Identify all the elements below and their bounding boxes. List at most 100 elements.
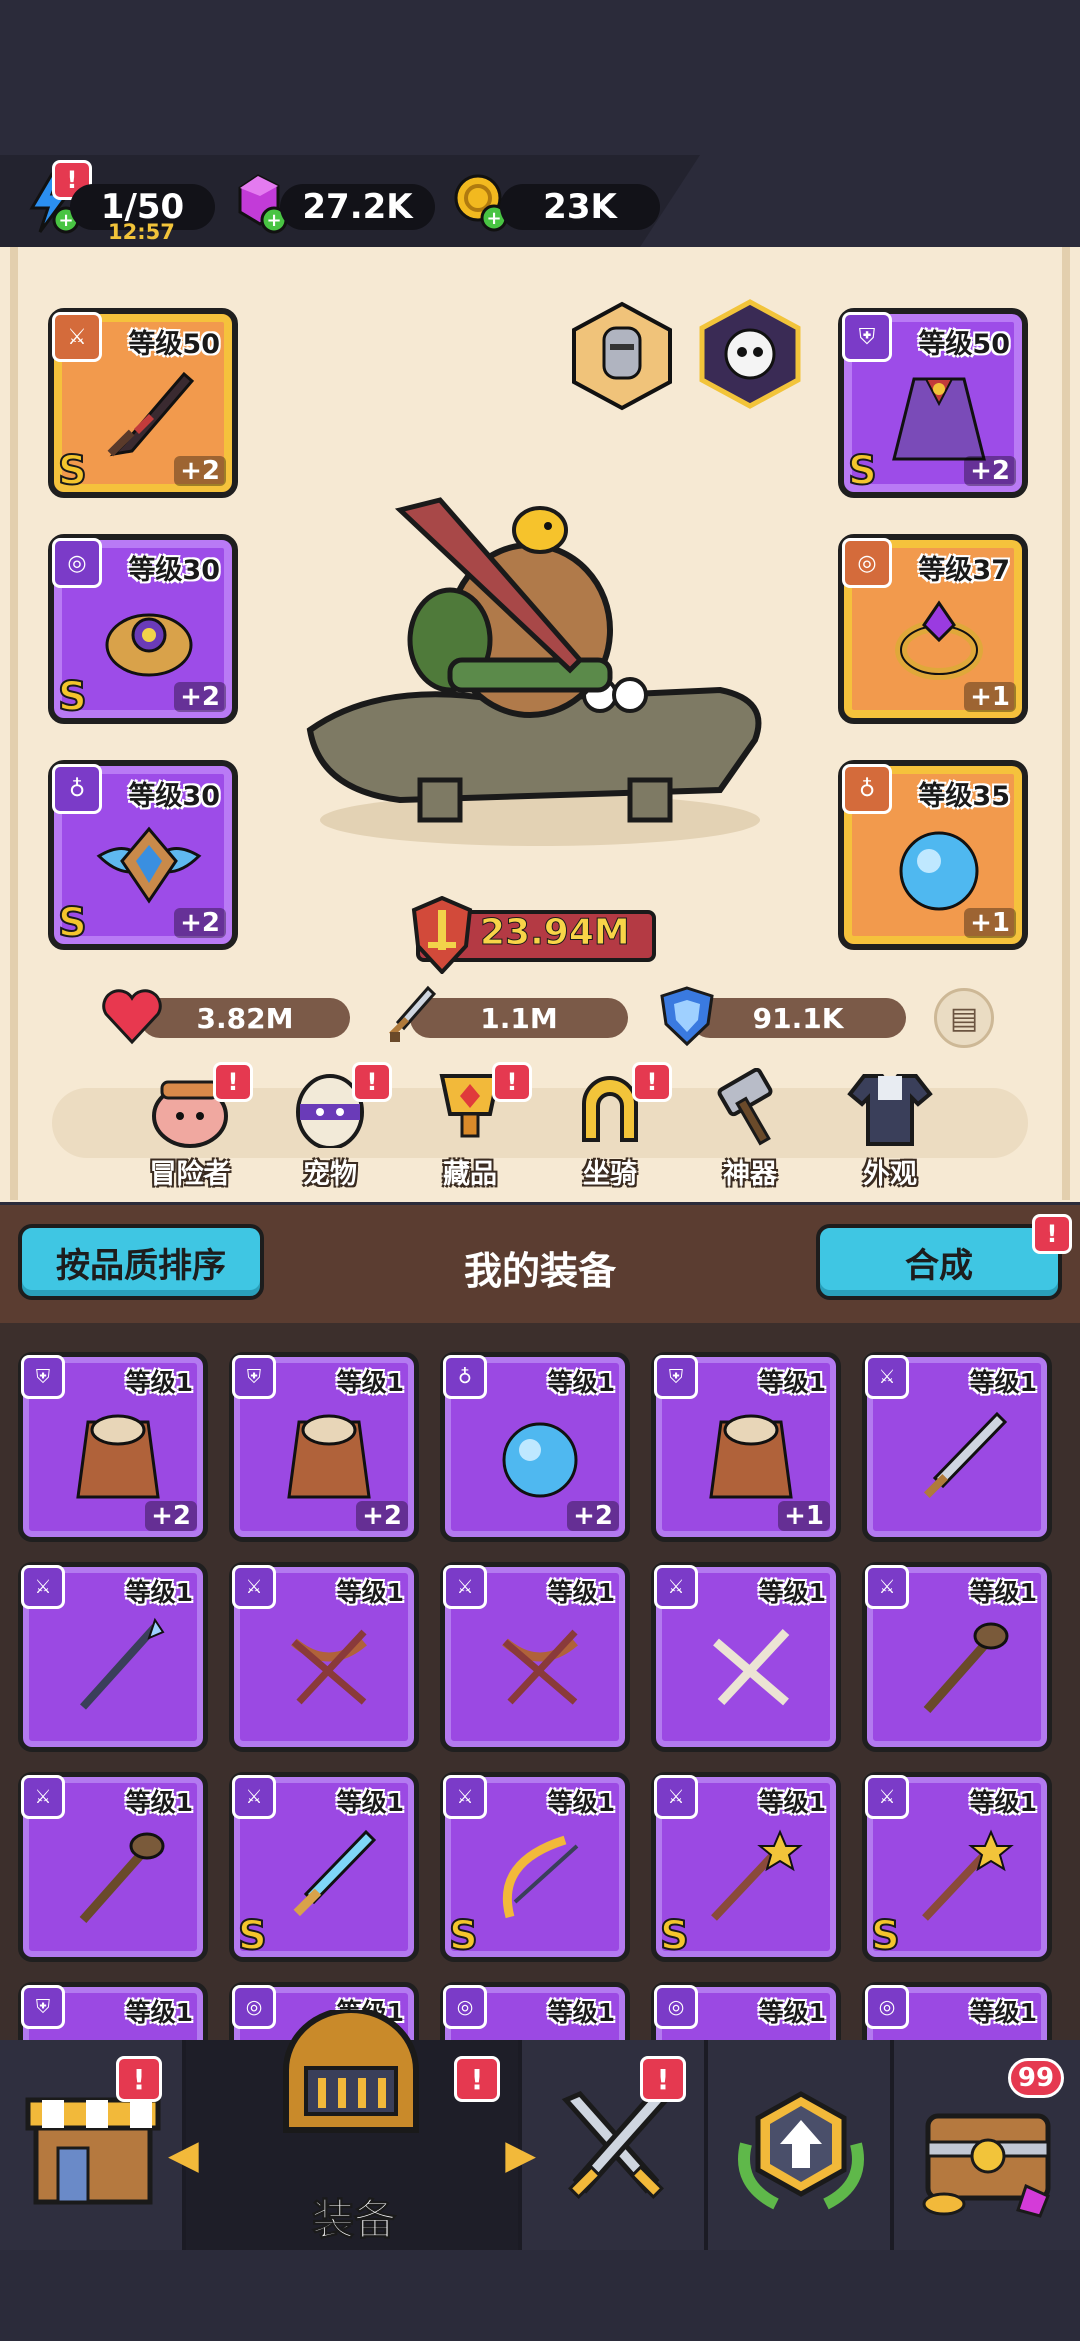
merge-button[interactable]: 合成 (816, 1224, 1062, 1300)
leather-armor-icon (76, 1414, 160, 1499)
inventory-item[interactable]: ⚔ 等级1 S (229, 1772, 419, 1962)
item-grade: S (237, 1912, 268, 1960)
equip-grade: S (847, 447, 878, 495)
inventory-item[interactable]: ⚔ 等级1 S (862, 1772, 1052, 1962)
item-plus: +1 (778, 1501, 830, 1531)
crossbow-icon (291, 1629, 367, 1705)
star-wand-icon (711, 1829, 803, 1921)
equip-slot-ring[interactable]: ◎ 等级37 +1 (838, 534, 1028, 724)
inventory-item[interactable]: ⛨ 等级1 +2 (18, 1352, 208, 1542)
golden-belt-icon (105, 613, 193, 677)
item-level: 等级1 (758, 1578, 826, 1607)
blue-orb-icon (502, 1422, 578, 1498)
artifact-hammer-icon (717, 1067, 773, 1146)
inventory-item[interactable]: ♁ 等级1 +2 (440, 1352, 630, 1542)
slot-type-icon: ⚔ (654, 1565, 698, 1609)
equip-level: 等级30 (128, 781, 220, 812)
nav-upgrade[interactable] (708, 2040, 894, 2250)
item-level: 等级1 (969, 1578, 1037, 1607)
hero-character (300, 490, 780, 870)
equip-level: 等级50 (918, 329, 1010, 360)
stats-detail-button[interactable]: ▤ (934, 988, 994, 1048)
equip-slot-weapon[interactable]: ⚔ 等级50 S +2 (48, 308, 238, 498)
item-grade: S (448, 1912, 479, 1960)
staff-icon (923, 1622, 1009, 1713)
ring-icon: ◎ (842, 538, 892, 588)
treasure-chest-icon (922, 2113, 1051, 2218)
inventory-item[interactable]: ⚔ 等级1 S (440, 1772, 630, 1962)
defense-stat: 91.1K (690, 998, 906, 1038)
inventory-item[interactable]: ⛨ 等级1 +1 (651, 1352, 841, 1542)
equip-level: 等级35 (918, 781, 1010, 812)
inventory-item[interactable]: ⚔ 等级1 (862, 1352, 1052, 1542)
svg-text:+: + (266, 210, 281, 231)
inventory-item[interactable]: ⚔ 等级1 (651, 1562, 841, 1752)
inventory-item[interactable]: ⚔ 等级1 (229, 1562, 419, 1752)
inventory-item[interactable]: ⚔ 等级1 S (651, 1772, 841, 1962)
hp-stat: 3.82M (140, 998, 350, 1038)
gold-ring-icon (895, 600, 983, 680)
equip-plus: +2 (174, 682, 226, 712)
item-level: 等级1 (125, 1368, 193, 1397)
slot-type-icon: ⚔ (21, 1565, 65, 1609)
inventory-item[interactable]: ⚔ 等级1 (440, 1562, 630, 1752)
knight-portrait-icon[interactable] (566, 300, 678, 412)
battle-badge: ! (640, 2056, 686, 2102)
attack-stat: 1.1M (410, 998, 628, 1038)
bone-crossbow-icon (713, 1628, 790, 1706)
slot-type-icon: ⛨ (21, 1985, 65, 2029)
equip-slot-belt[interactable]: ◎ 等级30 S +2 (48, 534, 238, 724)
equip-level: 等级30 (128, 555, 220, 586)
adventurer-badge: ! (213, 1062, 253, 1102)
nav-prev-arrow-icon[interactable]: ◀ (168, 2132, 199, 2178)
inventory-item[interactable]: ⚔ 等级1 (18, 1562, 208, 1752)
equip-plus: +1 (964, 908, 1016, 938)
equip-plus: +2 (174, 456, 226, 486)
equip-slot-necklace[interactable]: ♁ 等级30 S +2 (48, 760, 238, 950)
leather-armor-icon (287, 1414, 371, 1499)
belt-icon: ◎ (52, 538, 102, 588)
crossbow-icon (502, 1629, 578, 1705)
slot-type-icon: ⚔ (21, 1775, 65, 1819)
slot-type-icon: ⚔ (654, 1775, 698, 1819)
slot-type-icon: ◎ (443, 1985, 487, 2029)
item-level: 等级1 (969, 1788, 1037, 1817)
staff-icon (79, 1832, 165, 1923)
inventory-item[interactable]: ⛨ 等级1 +2 (229, 1352, 419, 1542)
purple-cloak-icon (892, 377, 986, 461)
necklace-icon: ♁ (842, 764, 892, 814)
power-sword-icon (410, 895, 474, 975)
sword-icon (384, 984, 438, 1048)
chest-count-badge: 99 (1008, 2058, 1064, 2098)
equip-slot-armor[interactable]: ⛨ 等级50 S +2 (838, 308, 1028, 498)
slot-type-icon: ◎ (865, 1985, 909, 2029)
item-level: 等级1 (336, 1578, 404, 1607)
item-level: 等级1 (547, 1368, 615, 1397)
mount-badge: ! (632, 1062, 672, 1102)
inventory-item[interactable]: ⚔ 等级1 (862, 1562, 1052, 1752)
helmet-icon (283, 2010, 419, 2133)
item-grade: S (870, 1912, 901, 1960)
equip-slot-orb[interactable]: ♁ 等级35 +1 (838, 760, 1028, 950)
item-level: 等级1 (125, 1578, 193, 1607)
slot-type-icon: ⛨ (21, 1355, 65, 1399)
top-bar-notch (640, 155, 1080, 247)
sort-by-quality-button[interactable]: 按品质排序 (18, 1224, 264, 1300)
system-bottom-bar (0, 2250, 1080, 2341)
item-plus: +2 (356, 1501, 408, 1531)
item-plus: +2 (145, 1501, 197, 1531)
inventory-item[interactable]: ⚔ 等级1 (18, 1772, 208, 1962)
shield-icon (658, 984, 716, 1048)
menu-appearance[interactable]: 外观 (825, 1068, 955, 1191)
equip-grade: S (57, 899, 88, 947)
menu-label: 神器 (723, 1159, 777, 1190)
menu-artifact[interactable]: 神器 (685, 1067, 815, 1191)
skull-boss-portrait-icon[interactable] (692, 296, 808, 412)
star-wand-icon (922, 1829, 1014, 1921)
item-level: 等级1 (547, 1998, 615, 2027)
menu-label: 冒险者 (149, 1159, 231, 1190)
necklace-icon: ♁ (52, 764, 102, 814)
slot-type-icon: ⚔ (865, 1355, 909, 1399)
equip-level: 等级50 (128, 329, 220, 360)
menu-label: 外观 (863, 1159, 917, 1190)
